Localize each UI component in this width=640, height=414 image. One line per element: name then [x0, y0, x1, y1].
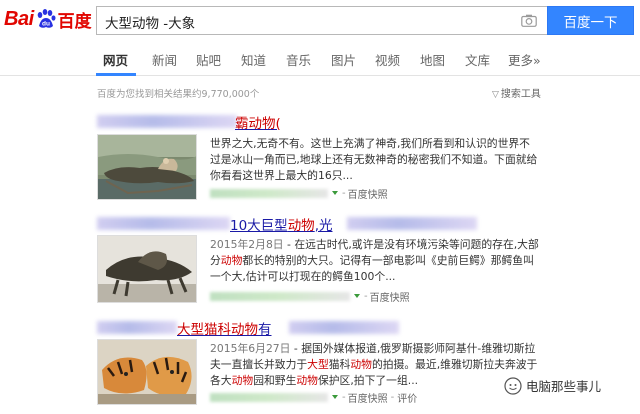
- logo-text-cn: 百度: [57, 11, 92, 32]
- tab-more[interactable]: 更多»: [508, 50, 541, 69]
- search-result: 10大巨型动物,光 2015年2月8日 - 在远古时代,或许是没有环境污染等问题…: [97, 214, 547, 306]
- search-tools-label: 搜索工具: [500, 89, 541, 100]
- filter-icon: ▽: [492, 90, 499, 100]
- cache-link[interactable]: 百度快照: [348, 186, 388, 201]
- search-tabs: 网页 新闻 贴吧 知道 音乐 图片 视频 地图 文库 更多»: [0, 44, 640, 76]
- tab-music[interactable]: 音乐: [286, 50, 311, 69]
- tab-map[interactable]: 地图: [420, 50, 445, 69]
- result-title-text: 大型猫科动物有: [177, 322, 272, 338]
- tab-video[interactable]: 视频: [375, 50, 400, 69]
- result-abstract: 世界之大,无奇不有。这世上充满了神奇,我们所看到和认识的世界不过是冰山一角而已,…: [210, 137, 538, 183]
- wechat-watermark: 电脑那些事儿: [504, 376, 601, 395]
- blurred-title: [97, 115, 237, 128]
- search-button[interactable]: 百度一下: [547, 6, 634, 35]
- result-url-line: - 百度快照: [210, 289, 410, 304]
- baidu-logo[interactable]: Bai du 百度: [4, 6, 92, 32]
- tab-tieba[interactable]: 贴吧: [196, 50, 221, 69]
- tiger-image: [98, 340, 196, 404]
- tab-wenku[interactable]: 文库: [465, 50, 490, 69]
- wechat-icon: [504, 376, 522, 395]
- search-input[interactable]: 大型动物 -大象: [96, 6, 547, 35]
- search-tools-button[interactable]: ▽ 搜索工具: [492, 85, 541, 100]
- blurred-url: [210, 291, 350, 301]
- result-thumbnail[interactable]: [97, 339, 197, 405]
- search-header: Bai du 百度 大型动物 -大象 百度一下: [0, 0, 640, 40]
- tab-zhidao[interactable]: 知道: [241, 50, 266, 69]
- watermark-text: 电脑那些事儿: [526, 379, 602, 394]
- url-dropdown-icon[interactable]: [332, 191, 338, 195]
- logo-text-bai: Bai: [4, 7, 34, 30]
- result-title-link[interactable]: 霸动物(: [97, 112, 547, 132]
- url-dropdown-icon[interactable]: [354, 294, 360, 298]
- paw-icon: du: [37, 9, 56, 28]
- result-abstract: 2015年6月27日 - 据国外媒体报道,俄罗斯摄影师阿基什-维雅切斯拉夫一直擅…: [210, 342, 538, 388]
- result-url-line: - 百度快照: [210, 186, 388, 201]
- blurred-title: [97, 217, 230, 230]
- crocodile-image: [98, 135, 196, 199]
- cache-link[interactable]: 百度快照: [348, 390, 388, 405]
- camera-icon[interactable]: [521, 14, 537, 27]
- result-thumbnail[interactable]: [97, 235, 197, 303]
- search-result: 大型猫科动物有 2015年6月27日 - 据国外媒体报道,俄罗斯摄影师阿基什-维…: [97, 318, 547, 414]
- svg-text:du: du: [42, 21, 50, 28]
- result-abstract: 2015年2月8日 - 在远古时代,或许是没有环境污染等问题的存在,大部分动物都…: [210, 238, 539, 284]
- blurred-title: [97, 321, 177, 334]
- tab-news[interactable]: 新闻: [152, 50, 177, 69]
- result-count: 百度为您找到相关结果约9,770,000个: [97, 89, 260, 100]
- result-url-line: - 百度快照 - 评价: [210, 390, 417, 405]
- result-title-text: 霸动物(: [235, 116, 281, 132]
- tab-images[interactable]: 图片: [331, 50, 356, 69]
- blurred-url: [210, 188, 328, 198]
- search-query-text: 大型动物 -大象: [105, 16, 196, 32]
- search-result: 霸动物( 世界之大,无奇不有。这世上充满了神奇,我们所看到和认识的世界不过是冰山…: [97, 112, 547, 202]
- active-tab-indicator: [96, 73, 136, 76]
- rate-link[interactable]: 评价: [397, 390, 417, 405]
- result-title-link[interactable]: 10大巨型动物,光: [97, 214, 547, 234]
- blurred-url: [210, 392, 328, 402]
- crocodile-skeleton-image: [98, 236, 196, 302]
- tab-web[interactable]: 网页: [103, 50, 128, 69]
- result-thumbnail[interactable]: [97, 134, 197, 200]
- result-title-text: 10大巨型动物,光: [230, 218, 333, 234]
- url-dropdown-icon[interactable]: [332, 395, 338, 399]
- cache-link[interactable]: 百度快照: [370, 289, 410, 304]
- result-title-link[interactable]: 大型猫科动物有: [97, 318, 547, 338]
